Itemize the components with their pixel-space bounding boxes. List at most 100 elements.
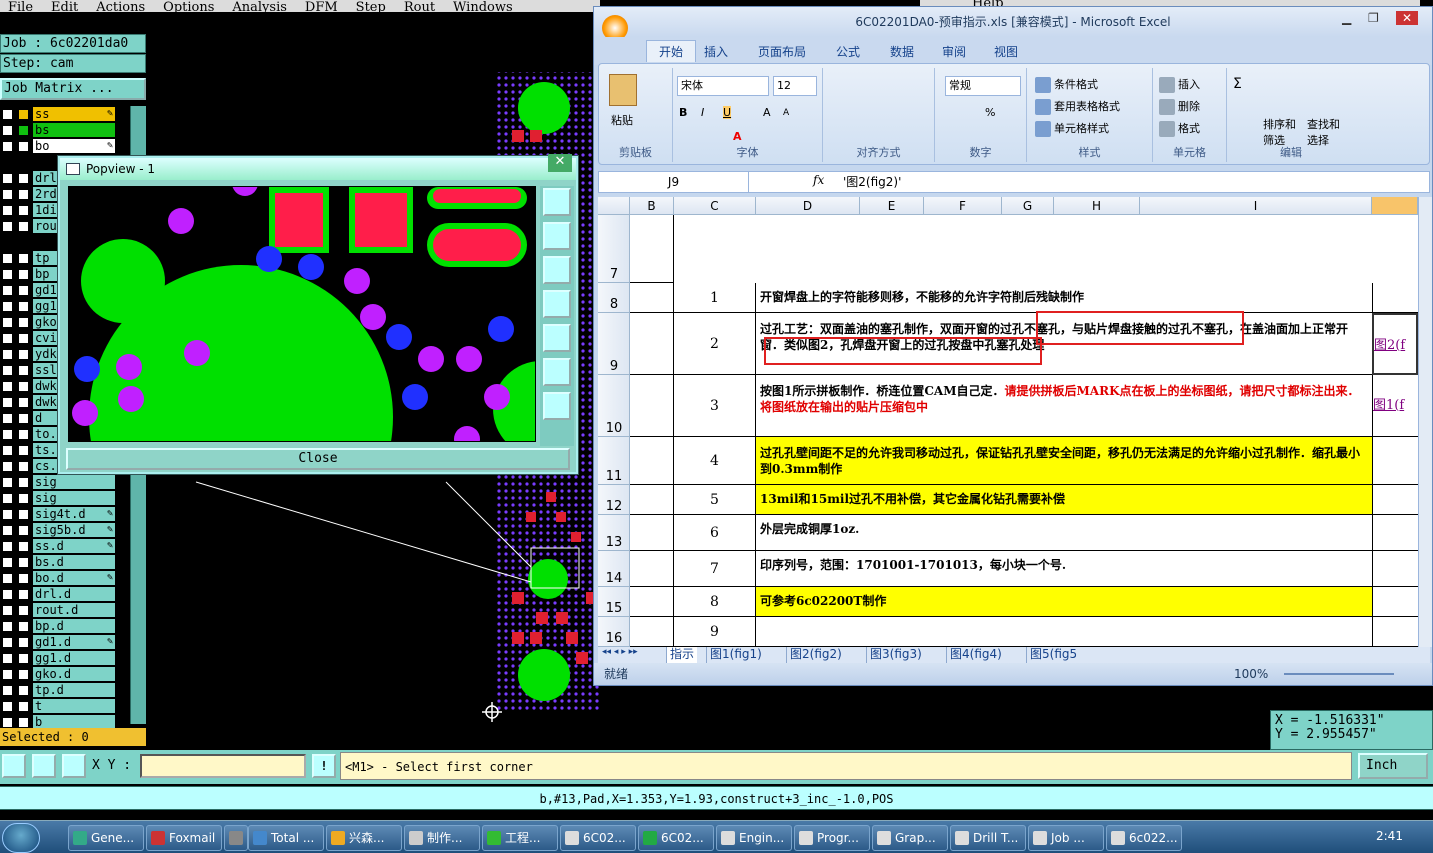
layer-display-checkbox[interactable]: [2, 317, 13, 328]
taskbar-button[interactable]: Progr...: [794, 825, 870, 851]
taskbar-button[interactable]: 6C02...: [560, 825, 636, 851]
ribbon-tab-0[interactable]: 开始: [646, 40, 697, 62]
number-format-select[interactable]: 常规: [945, 76, 1021, 96]
layer-color-swatch[interactable]: [18, 669, 29, 680]
ribbon-tab-6[interactable]: 视图: [994, 43, 1018, 60]
layer-color-swatch[interactable]: [18, 429, 29, 440]
layer-name[interactable]: sig: [33, 491, 115, 505]
figure-link-cell[interactable]: [1372, 437, 1418, 485]
menu-windows[interactable]: Windows: [453, 0, 513, 12]
cell-b[interactable]: [630, 617, 674, 647]
sheet-tab[interactable]: 图4(fig4): [946, 647, 1005, 663]
instruction-cell[interactable]: 按图1所示拼板制作．桥连位置CAM自己定．请提供拼板后MARK点在板上的坐标图纸…: [756, 375, 1372, 437]
layer-display-checkbox[interactable]: [2, 413, 13, 424]
layer-color-swatch[interactable]: [18, 301, 29, 312]
layer-color-swatch[interactable]: [18, 381, 29, 392]
layer-display-checkbox[interactable]: [2, 173, 13, 184]
taskbar-button[interactable]: [224, 825, 248, 851]
cell-b[interactable]: [630, 215, 674, 283]
sheet-tab[interactable]: 指示: [666, 647, 698, 663]
menu-edit[interactable]: Edit: [51, 0, 78, 12]
layer-color-swatch[interactable]: [18, 333, 29, 344]
item-number[interactable]: 2: [674, 313, 756, 375]
layer-row[interactable]: sig: [0, 474, 146, 490]
layer-row[interactable]: bp.d: [0, 618, 146, 634]
zoom-level[interactable]: 100%: [1234, 663, 1268, 685]
figure-link-cell[interactable]: [1372, 617, 1418, 647]
layer-color-swatch[interactable]: [18, 109, 29, 120]
ribbon-tab-3[interactable]: 公式: [836, 43, 860, 60]
layer-display-checkbox[interactable]: [2, 301, 13, 312]
layer-display-checkbox[interactable]: [2, 221, 13, 232]
layer-display-checkbox[interactable]: [2, 205, 13, 216]
layer-color-swatch[interactable]: [18, 317, 29, 328]
layer-color-swatch[interactable]: [18, 653, 29, 664]
font-size-select[interactable]: 12: [773, 76, 817, 96]
layer-color-swatch[interactable]: [18, 477, 29, 488]
measure-icon[interactable]: [32, 754, 56, 778]
menu-options[interactable]: Options: [163, 0, 214, 12]
minimize-icon[interactable]: ▁: [1342, 11, 1351, 25]
layer-display-checkbox[interactable]: [2, 365, 13, 376]
row-header[interactable]: 14: [598, 551, 630, 587]
instruction-cell[interactable]: 13mil和15mil过孔不用补偿，其它金属化钻孔需要补偿: [756, 485, 1372, 515]
grid-icon[interactable]: [62, 754, 86, 778]
layer-display-checkbox[interactable]: [2, 461, 13, 472]
layer-display-checkbox[interactable]: [2, 333, 13, 344]
popview-canvas[interactable]: [68, 186, 536, 442]
item-number[interactable]: 3: [674, 375, 756, 437]
layer-name[interactable]: ss ✎: [33, 107, 115, 121]
instruction-cell[interactable]: 可参考6c02200T制作: [756, 587, 1372, 617]
close-icon[interactable]: ✕: [1396, 11, 1419, 25]
layer-row[interactable]: bs: [0, 122, 146, 138]
layer-display-checkbox[interactable]: [2, 669, 13, 680]
fx-icon[interactable]: fx: [813, 173, 824, 187]
layer-display-checkbox[interactable]: [2, 701, 13, 712]
layer-display-checkbox[interactable]: [2, 573, 13, 584]
sheet-tab[interactable]: 图3(fig3): [866, 647, 925, 663]
underline-button[interactable]: U: [723, 106, 732, 119]
layer-display-checkbox[interactable]: [2, 477, 13, 488]
row-header[interactable]: 12: [598, 485, 630, 515]
item-number[interactable]: 9: [674, 617, 756, 647]
zoom-window-icon[interactable]: [543, 188, 571, 216]
layer-display-checkbox[interactable]: [2, 141, 13, 152]
zoom-in-icon[interactable]: [543, 358, 571, 386]
layer-name[interactable]: gd1.d ✎: [33, 635, 115, 649]
formula-input[interactable]: '图2(fig2)': [843, 172, 901, 192]
item-number[interactable]: 6: [674, 515, 756, 551]
layer-name[interactable]: rout.d: [33, 603, 115, 617]
layer-display-checkbox[interactable]: [2, 653, 13, 664]
layer-display-checkbox[interactable]: [2, 493, 13, 504]
xy-input[interactable]: [140, 754, 306, 778]
zoom-out-icon[interactable]: [543, 392, 571, 420]
layer-color-swatch[interactable]: [18, 509, 29, 520]
instruction-cell[interactable]: [756, 617, 1372, 647]
layer-display-checkbox[interactable]: [2, 637, 13, 648]
cell-b[interactable]: [630, 515, 674, 551]
taskbar-button[interactable]: 工程...: [482, 825, 558, 851]
column-header-selected[interactable]: [1372, 197, 1418, 215]
layer-display-checkbox[interactable]: [2, 349, 13, 360]
restore-icon[interactable]: ❐: [1368, 11, 1379, 25]
taskbar-button[interactable]: Job ...: [1028, 825, 1104, 851]
menu-analysis[interactable]: Analysis: [232, 0, 287, 12]
item-number[interactable]: 5: [674, 485, 756, 515]
layer-display-checkbox[interactable]: [2, 189, 13, 200]
layer-name[interactable]: bo.d ✎: [33, 571, 115, 585]
layer-color-swatch[interactable]: [18, 413, 29, 424]
layer-color-swatch[interactable]: [18, 637, 29, 648]
layer-row[interactable]: gg1.d: [0, 650, 146, 666]
layer-name[interactable]: b: [33, 715, 115, 729]
taskbar-button[interactable]: Grap...: [872, 825, 948, 851]
layer-display-checkbox[interactable]: [2, 253, 13, 264]
pan-down-icon[interactable]: [543, 256, 571, 284]
layer-display-checkbox[interactable]: [2, 429, 13, 440]
taskbar-button[interactable]: Gene...: [68, 825, 144, 851]
layer-name[interactable]: sig5b.d ✎: [33, 523, 115, 537]
layer-display-checkbox[interactable]: [2, 125, 13, 136]
layer-name[interactable]: bp.d: [33, 619, 115, 633]
cell-b[interactable]: [630, 551, 674, 587]
layer-color-swatch[interactable]: [18, 397, 29, 408]
cell-b[interactable]: [630, 313, 674, 375]
